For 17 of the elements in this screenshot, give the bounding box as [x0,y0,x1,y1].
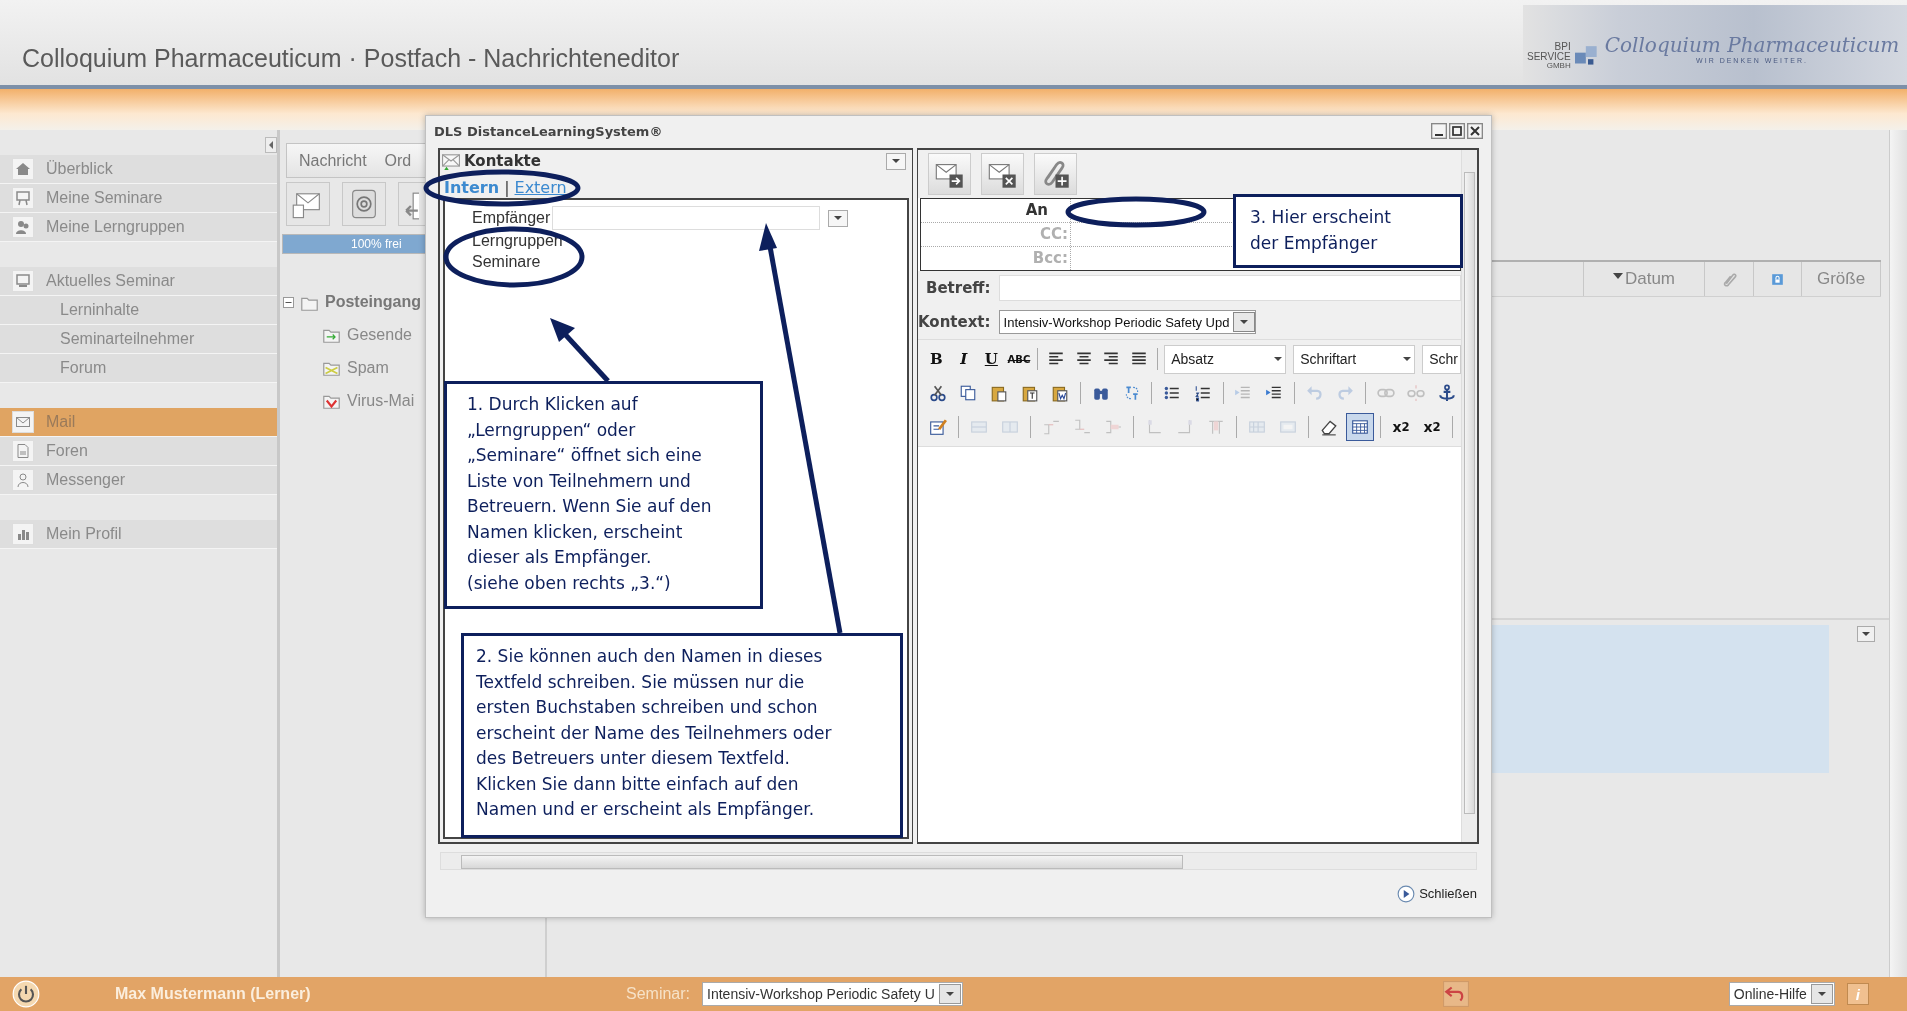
field-label: Betreff: [926,279,991,297]
panel-title: Kontakte [464,152,541,170]
seminar-label: Seminar: [626,985,691,1003]
company-label: GMBH [1546,62,1571,70]
callout-note: 1. Durch Klicken auf „Lerngruppen“ oder „Seminare“ öffnet sich eine Liste von Teilnehmern und Betreuern. Wenn Sie auf den Namen klicken, erscheint dieser als Empfänger. (siehe oben rechts „3.“) [444,381,763,609]
brand-name: Colloquium Pharmaceuticum [1604,32,1900,57]
callout-note: 2. Sie können auch den Namen in dieses Textfeld schreiben. Sie müssen nur die ersten Buchstaben schreiben und schon erscheint der Name des Teilnehmers oder des Betreuers unter diesem Textfeld. Klicken Sie dann bitte einfach auf den Namen und er erscheint als Empfänger. [461,633,903,838]
company-label: BPI [1554,42,1571,52]
company-label: SERVICE [1527,52,1571,62]
quota-label: 100% frei [351,237,402,251]
field-label: Kontext: [918,313,991,331]
tab-separator: | [504,178,510,197]
user-name: Max Mustermann (Lerner) [115,985,312,1003]
callout-note: 3. Hier erscheint der Empfänger [1233,194,1463,268]
dialog-title: DLS DistanceLearningSystem® [434,123,663,139]
field-label: Empfänger [472,209,551,227]
window-title: Colloquium Pharmaceuticum · Postfach - Nachrichteneditor [22,44,680,73]
